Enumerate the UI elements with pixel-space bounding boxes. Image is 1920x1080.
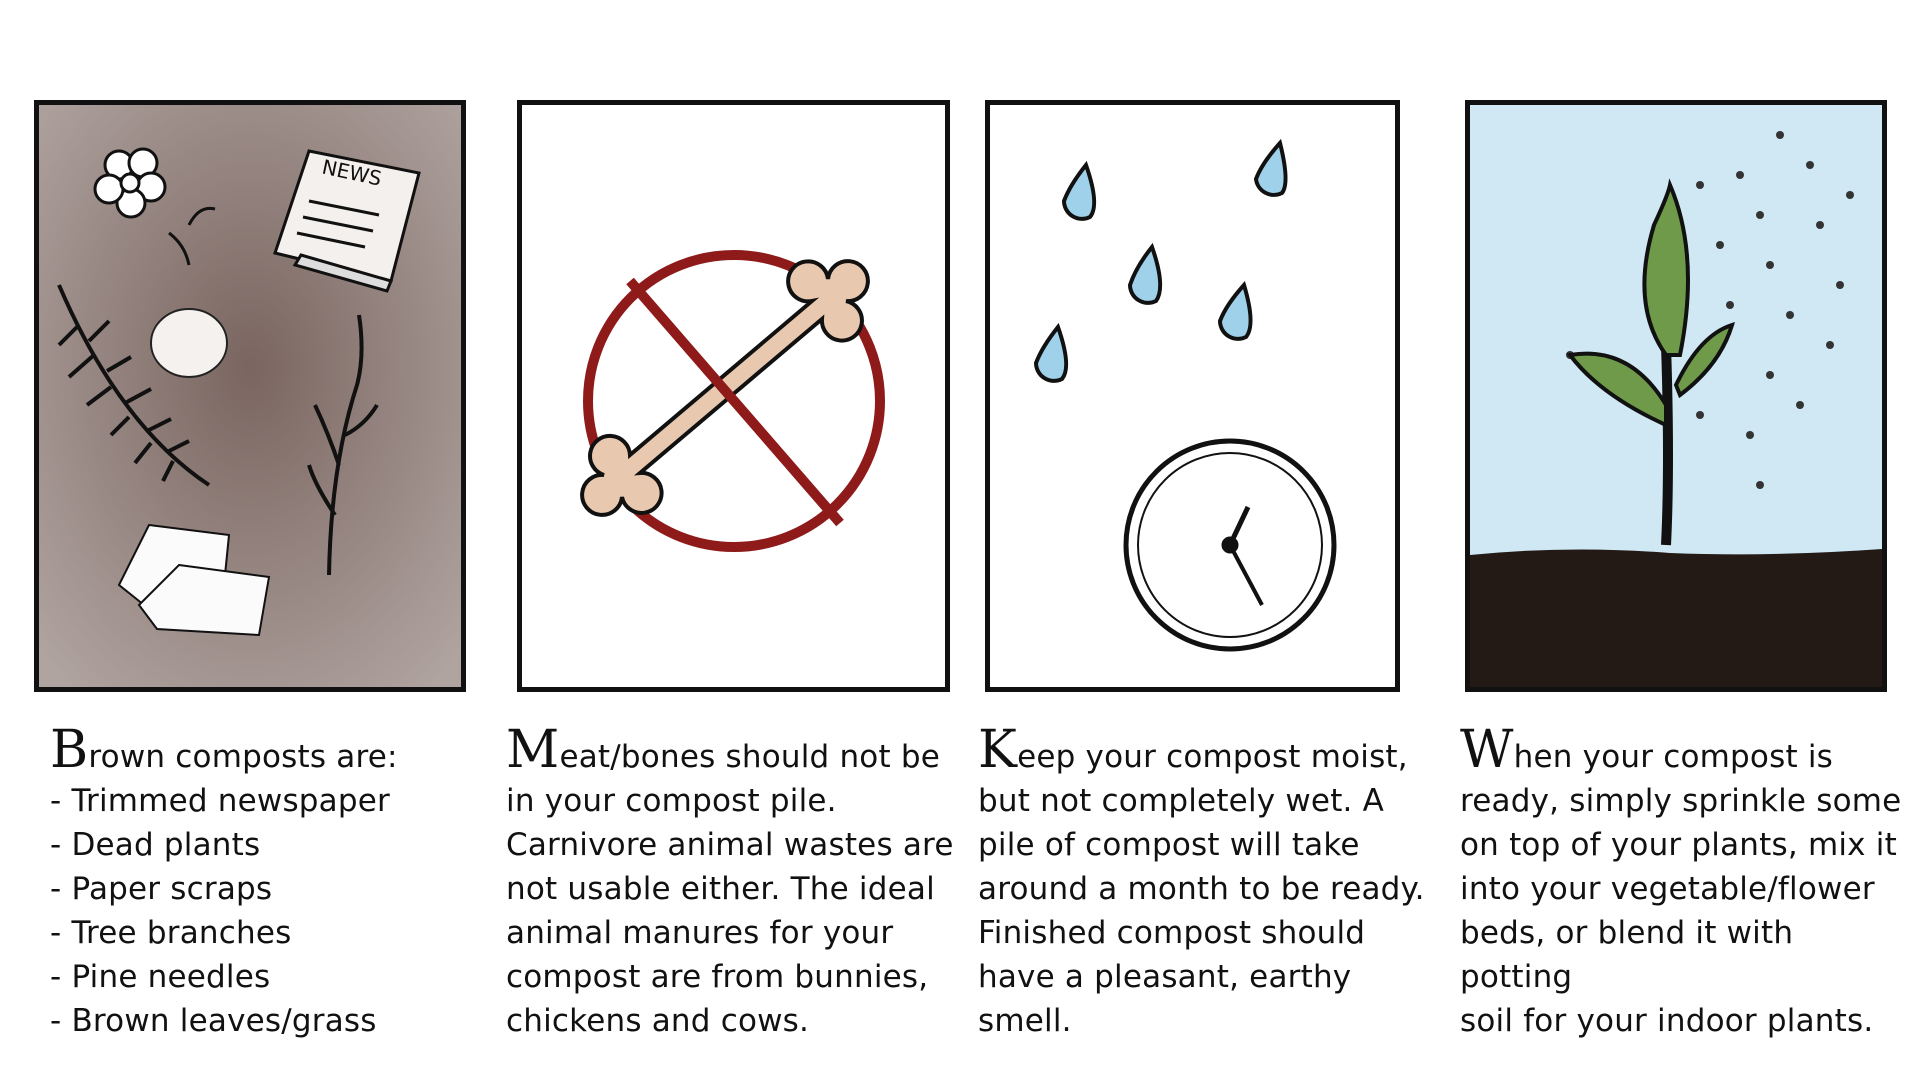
caption-text: rown composts are: - Trimmed newspaper -… bbox=[50, 739, 398, 1039]
panel-brown-composts: NEWS bbox=[34, 100, 466, 692]
caption-brown-composts: Brown composts are: - Trimmed newspaper … bbox=[50, 724, 470, 1043]
caption-text: hen your compost is ready, simply sprink… bbox=[1460, 739, 1902, 1039]
caption-initial: B bbox=[50, 720, 89, 780]
caption-text: eep your compost moist, but not complete… bbox=[978, 739, 1425, 1039]
caption-initial: M bbox=[506, 720, 560, 780]
caption-use-compost: When your compost is ready, simply sprin… bbox=[1460, 724, 1910, 1043]
paper-ball-icon bbox=[150, 308, 228, 378]
brown-composts-illustration: NEWS bbox=[39, 105, 461, 687]
panel-use-compost bbox=[1465, 100, 1887, 692]
caption-text: eat/bones should not be in your compost … bbox=[506, 739, 954, 1039]
keep-moist-illustration bbox=[990, 105, 1395, 687]
caption-initial: W bbox=[1460, 720, 1514, 780]
use-compost-illustration bbox=[1470, 105, 1882, 687]
no-bones-illustration bbox=[522, 105, 945, 687]
panel-keep-moist bbox=[985, 100, 1400, 692]
panel-no-meat-bones bbox=[517, 100, 950, 692]
caption-no-meat-bones: Meat/bones should not be in your compost… bbox=[506, 724, 966, 1043]
caption-initial: K bbox=[978, 720, 1018, 780]
soil-icon bbox=[1470, 549, 1882, 687]
caption-keep-moist: Keep your compost moist, but not complet… bbox=[978, 724, 1428, 1043]
